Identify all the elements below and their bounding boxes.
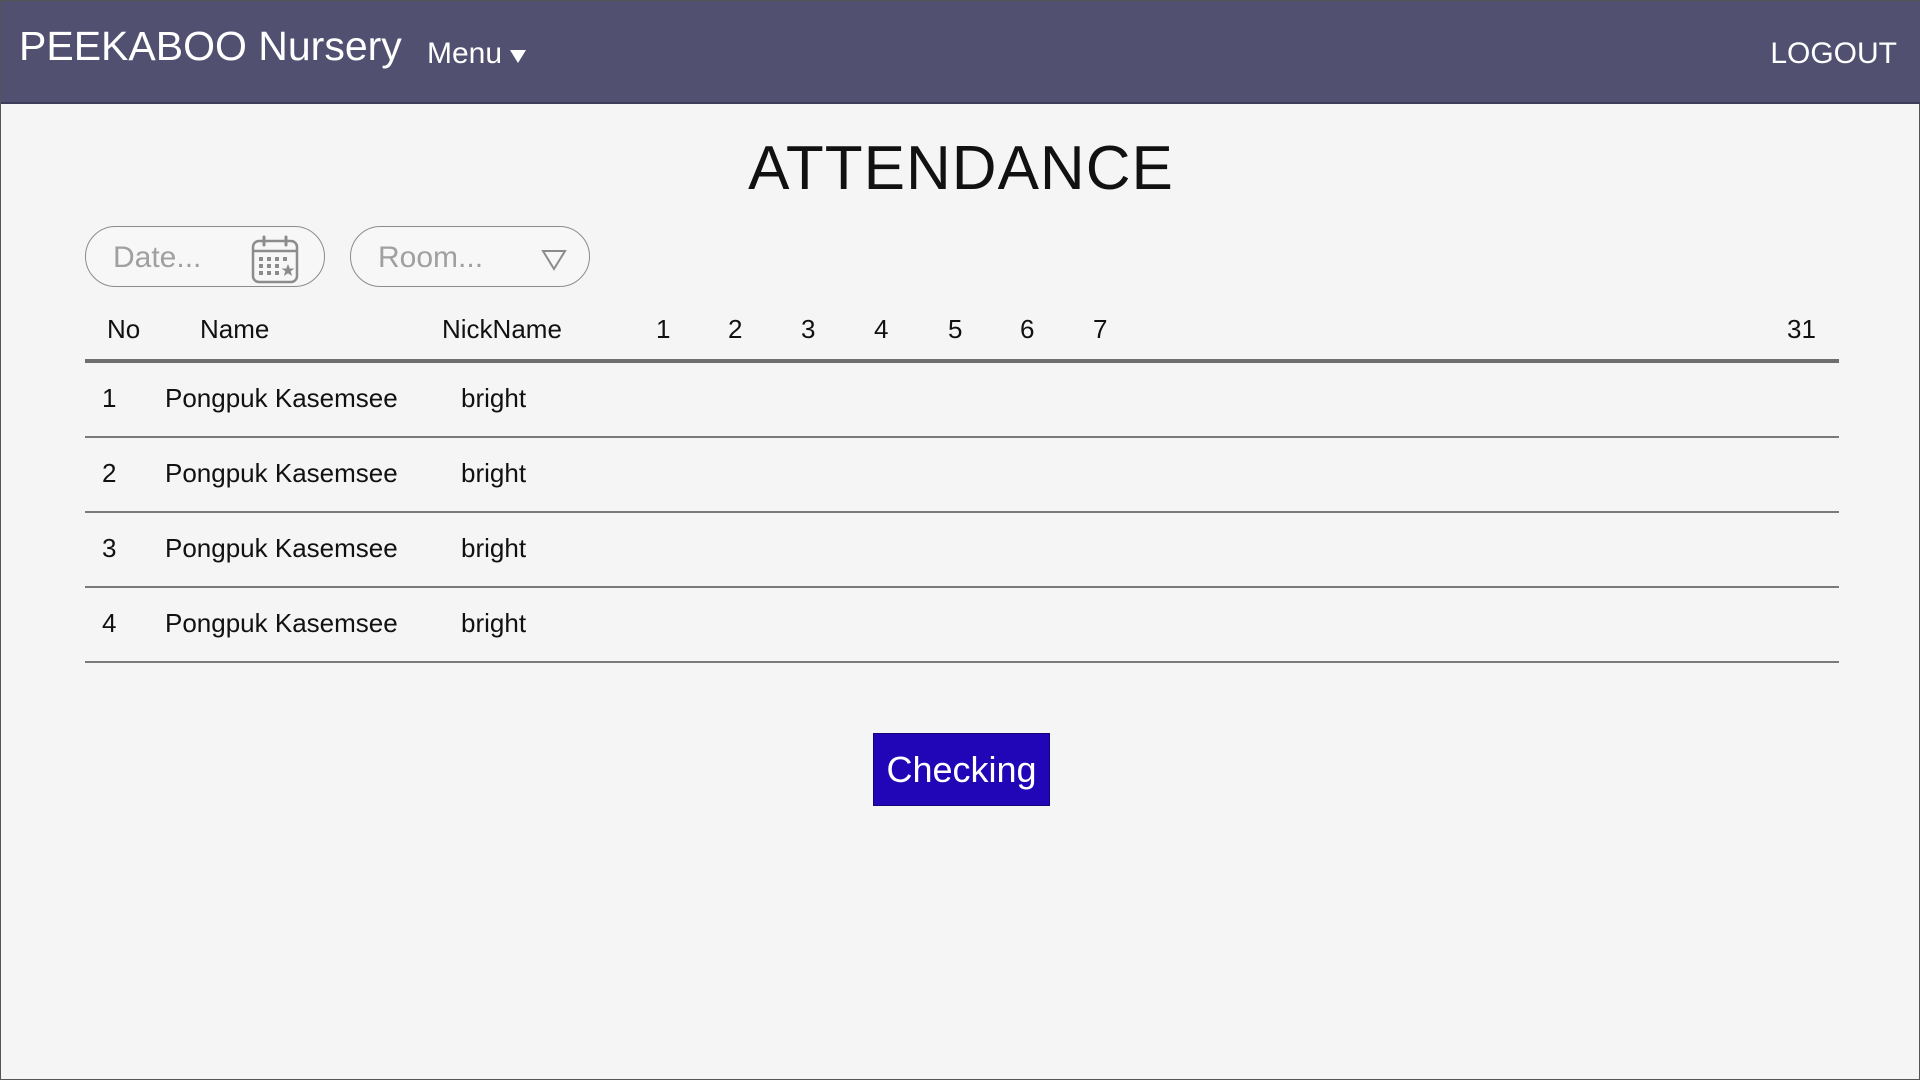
top-navbar: PEEKABOO Nursery Menu LOGOUT — [1, 1, 1920, 104]
header-no: No — [107, 314, 141, 344]
cell-nickname: bright — [461, 458, 527, 488]
header-day: 1 — [656, 314, 671, 344]
brand-logo-text[interactable]: PEEKABOO Nursery — [19, 23, 402, 70]
table-header: No Name NickName 1 2 3 4 5 6 7 31 — [85, 301, 1839, 363]
cell-no: 4 — [102, 608, 117, 638]
cell-nickname: bright — [461, 533, 527, 563]
dropdown-triangle-icon — [541, 250, 567, 271]
cell-no: 1 — [102, 383, 117, 413]
date-filter-input[interactable]: Date... — [85, 226, 325, 287]
room-filter-select[interactable]: Room... — [350, 226, 590, 287]
cell-no: 2 — [102, 458, 117, 488]
header-day: 6 — [1020, 314, 1035, 344]
cell-name: Pongpuk Kasemsee — [165, 458, 398, 488]
menu-label: Menu — [427, 37, 503, 70]
header-nickname: NickName — [442, 314, 562, 344]
table-row[interactable]: 1 Pongpuk Kasemsee bright — [85, 363, 1839, 438]
cell-nickname: bright — [461, 383, 527, 413]
cell-no: 3 — [102, 533, 117, 563]
header-day: 3 — [801, 314, 816, 344]
cell-name: Pongpuk Kasemsee — [165, 383, 398, 413]
menu-dropdown[interactable]: Menu — [427, 37, 527, 71]
date-placeholder: Date... — [113, 241, 202, 274]
cell-name: Pongpuk Kasemsee — [165, 533, 398, 563]
cell-name: Pongpuk Kasemsee — [165, 608, 398, 638]
checking-button[interactable]: Checking — [873, 733, 1050, 806]
header-day: 7 — [1093, 314, 1108, 344]
app-window: PEEKABOO Nursery Menu LOGOUT ATTENDANCE … — [0, 0, 1920, 1080]
table-row[interactable]: 2 Pongpuk Kasemsee bright — [85, 438, 1839, 513]
page-title: ATTENDANCE — [748, 134, 1174, 203]
cell-nickname: bright — [461, 608, 527, 638]
header-day: 4 — [874, 314, 889, 344]
header-day: 31 — [1787, 314, 1816, 344]
table-row[interactable]: 3 Pongpuk Kasemsee bright — [85, 513, 1839, 588]
room-placeholder: Room... — [378, 241, 484, 274]
table-row[interactable]: 4 Pongpuk Kasemsee bright — [85, 588, 1839, 663]
caret-down-icon — [510, 49, 527, 63]
header-name: Name — [200, 314, 270, 344]
header-day: 5 — [948, 314, 963, 344]
calendar-icon[interactable] — [250, 235, 300, 285]
logout-link[interactable]: LOGOUT — [1770, 37, 1897, 71]
header-day: 2 — [728, 314, 743, 344]
